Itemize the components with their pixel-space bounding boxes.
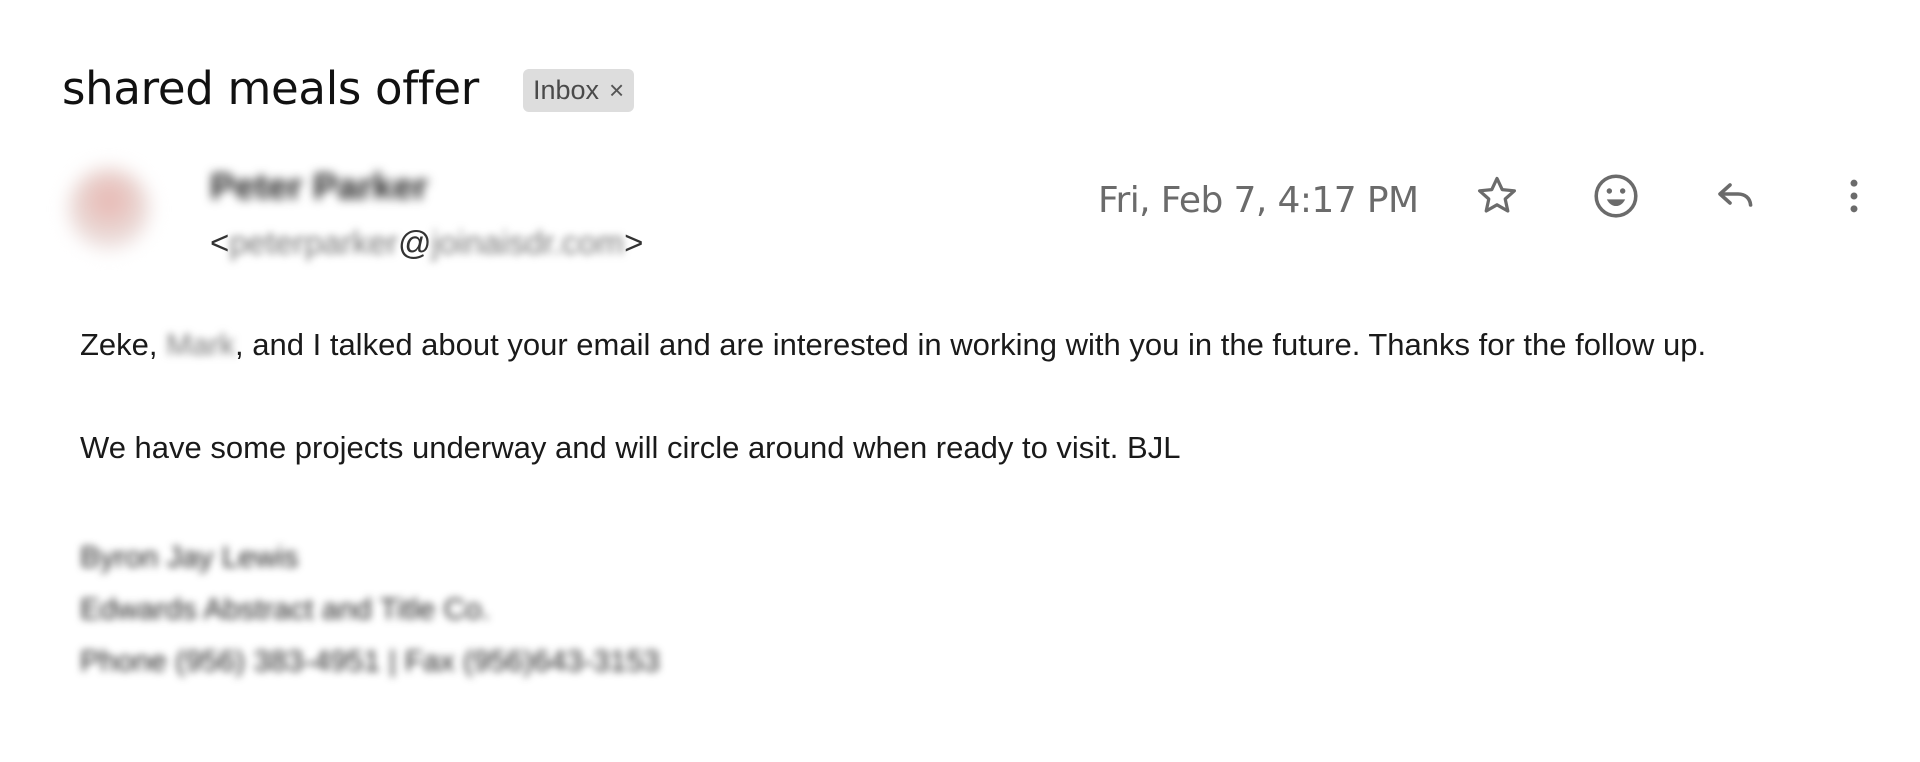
- email-signature: Byron Jay Lewis Edwards Abstract and Tit…: [80, 532, 660, 688]
- email-close-bracket: >: [624, 224, 644, 261]
- inbox-label-chip[interactable]: Inbox ×: [522, 69, 635, 112]
- star-icon[interactable]: [1469, 168, 1525, 224]
- body-redacted-name: Mark: [166, 327, 236, 362]
- email-open-bracket: <: [210, 224, 230, 261]
- signature-company: Edwards Abstract and Title Co.: [80, 593, 491, 626]
- email-user: peterparker: [229, 224, 399, 261]
- signature-name: Byron Jay Lewis: [80, 541, 299, 574]
- signature-phone: Phone (956) 383-4951 | Fax (956)643-3153: [80, 645, 660, 678]
- email-subject: shared meals offer: [62, 62, 479, 115]
- email-domain: joinaisdr.com: [431, 224, 625, 261]
- body-line1-end: , and I talked about your email and are …: [235, 327, 1707, 362]
- reply-icon[interactable]: [1707, 168, 1763, 224]
- sender-name[interactable]: Peter Parker: [210, 166, 428, 208]
- email-date: Fri, Feb 7, 4:17 PM: [1098, 180, 1419, 221]
- more-vert-icon[interactable]: [1826, 168, 1882, 224]
- body-paragraph-2: We have some projects underway and will …: [80, 430, 1181, 465]
- remove-label-icon[interactable]: ×: [609, 75, 624, 106]
- sender-email: < peterparker @ joinaisdr.com >: [210, 224, 643, 262]
- body-paragraph-1: Zeke, Mark, and I talked about your emai…: [80, 327, 1706, 363]
- email-at: @: [398, 224, 432, 261]
- emoji-reaction-icon[interactable]: [1588, 168, 1644, 224]
- sender-avatar[interactable]: [68, 168, 150, 250]
- subject-row: shared meals offer Inbox ×: [62, 62, 635, 115]
- body-line1-start: Zeke,: [80, 327, 167, 362]
- label-text: Inbox: [532, 75, 600, 105]
